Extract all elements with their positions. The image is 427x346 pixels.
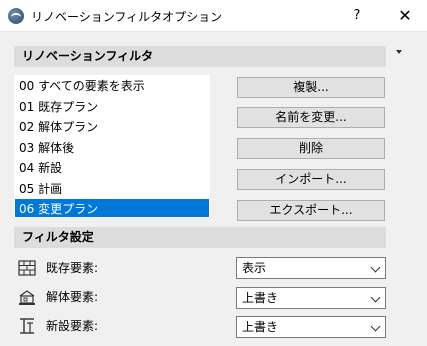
export-button[interactable]: エクスポート... (237, 200, 385, 221)
list-item[interactable]: 01 既存プラン (15, 97, 209, 118)
renovation-filter-header[interactable]: リノベーションフィルタ (14, 46, 386, 67)
new-elements-select[interactable]: 上書き (236, 316, 386, 338)
filter-settings-header[interactable]: フィルタ設定 (14, 227, 386, 248)
window-title: リノベーションフィルタオプション (31, 10, 223, 24)
new-elements-label: 新設要素: (46, 319, 99, 333)
existing-elements-select[interactable]: 表示 (236, 257, 386, 279)
chevron-down-icon (370, 262, 381, 273)
new-elements-value: 上書き (242, 320, 279, 334)
collapse-arrow-icon[interactable] (396, 50, 402, 54)
demolish-elements-select[interactable]: 上書き (236, 287, 386, 309)
close-button[interactable]: ✕ (394, 4, 416, 28)
list-item[interactable]: 00 すべての要素を表示 (15, 76, 209, 97)
list-item-selected[interactable]: 06 変更プラン (15, 199, 209, 217)
chevron-down-icon (370, 292, 381, 303)
list-item[interactable]: 02 解体プラン (15, 117, 209, 138)
title-bar: リノベーションフィルタオプション ? ✕ (0, 0, 427, 32)
duplicate-button[interactable]: 複製... (237, 77, 385, 98)
import-button[interactable]: インポート... (237, 169, 385, 190)
existing-wall-icon (18, 259, 36, 277)
demolish-icon (18, 288, 36, 306)
list-item[interactable]: 04 新設 (15, 158, 209, 179)
demolish-elements-value: 上書き (242, 291, 279, 305)
demolish-elements-label: 解体要素: (46, 290, 99, 304)
delete-button[interactable]: 削除 (237, 138, 385, 159)
archicad-app-icon (8, 8, 24, 24)
existing-elements-value: 表示 (242, 261, 267, 275)
chevron-down-icon (370, 321, 381, 332)
existing-elements-label: 既存要素: (46, 261, 99, 275)
rename-button[interactable]: 名前を変更... (237, 107, 385, 128)
list-item[interactable]: 03 解体後 (15, 138, 209, 159)
filter-list[interactable]: 00 すべての要素を表示 01 既存プラン 02 解体プラン 03 解体後 04… (14, 75, 210, 218)
list-item[interactable]: 05 計画 (15, 179, 209, 200)
help-button[interactable]: ? (346, 4, 368, 28)
new-construction-icon (18, 317, 36, 335)
